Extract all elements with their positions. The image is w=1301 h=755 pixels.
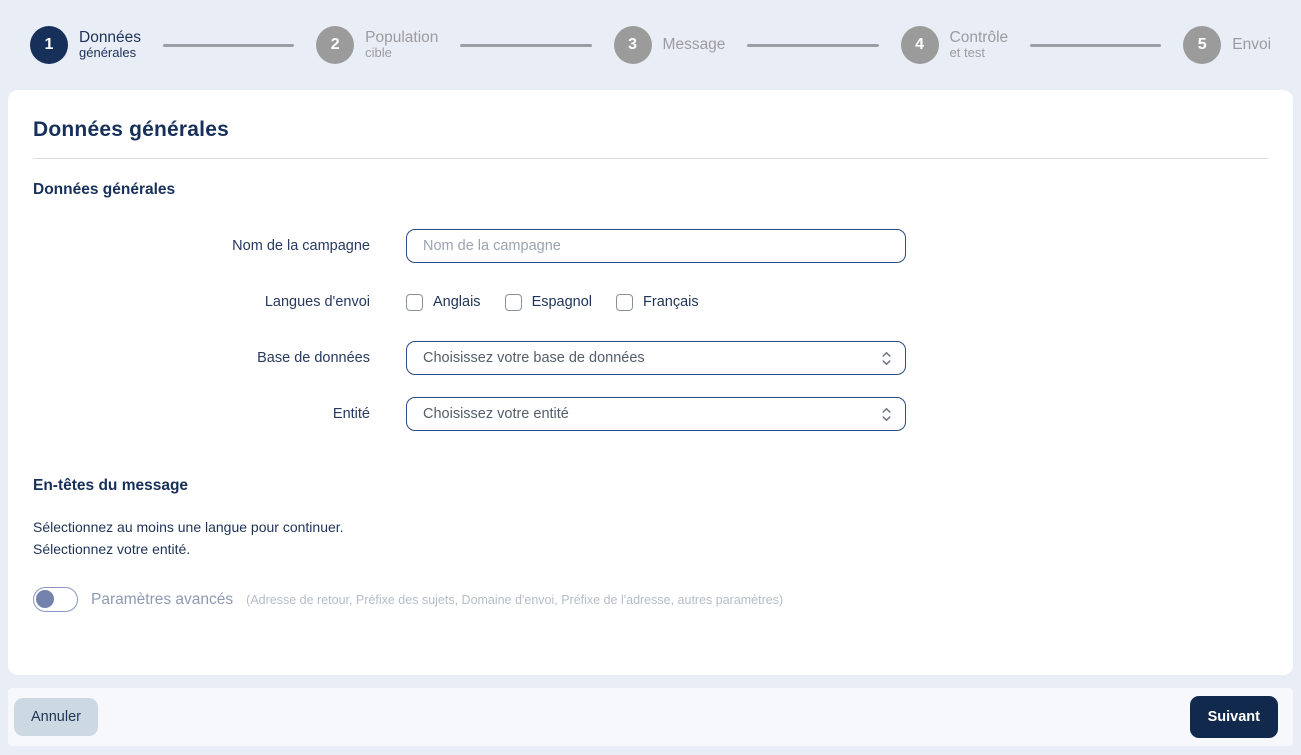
next-button[interactable]: Suivant [1189, 696, 1278, 738]
checkbox-anglais[interactable]: Anglais [406, 293, 481, 311]
step-4-label: Contrôle et test [949, 28, 1009, 61]
content-card: Données générales Données générales Nom … [8, 90, 1293, 675]
section-heading-en-tetes: En-têtes du message [33, 477, 189, 494]
chevron-updown-icon [881, 351, 892, 366]
step-4-circle: 4 [900, 26, 939, 64]
advanced-settings-row: Paramètres avancés (Adresse de retour, P… [33, 587, 1268, 613]
validation-message-language: Sélectionnez au moins une langue pour co… [33, 519, 344, 535]
validation-messages: Sélectionnez au moins une langue pour co… [33, 517, 1268, 560]
languages-row: Langues d'envoi Anglais Espagnol Françai… [33, 285, 1268, 319]
database-row: Base de données Choisissez votre base de… [33, 341, 1268, 375]
step-5-label: Envoi [1232, 36, 1272, 54]
step-2-population-cible[interactable]: 2 Population cible [316, 26, 438, 64]
toggle-knob [36, 590, 54, 609]
advanced-settings-label: Paramètres avancés [91, 590, 234, 608]
step-2-label: Population cible [365, 28, 439, 61]
step-3-message[interactable]: 3 Message [613, 26, 726, 64]
step-connector-1 [163, 43, 295, 47]
footer-bar: Annuler Suivant [8, 688, 1293, 746]
section-heading-donnees-generales: Données générales [33, 181, 176, 198]
checkbox-francais-box [616, 293, 634, 311]
validation-message-entity: Sélectionnez votre entité. [33, 540, 191, 557]
title-divider [33, 158, 1268, 159]
advanced-settings-hint: (Adresse de retour, Préfixe des sujets, … [246, 592, 784, 607]
advanced-settings-toggle[interactable] [33, 587, 78, 613]
step-3-circle: 3 [613, 26, 652, 64]
entity-row: Entité Choisissez votre entité [33, 397, 1268, 431]
step-connector-4 [1030, 43, 1162, 47]
checkbox-francais[interactable]: Français [616, 293, 699, 311]
step-1-circle: 1 [30, 26, 68, 64]
languages-label: Langues d'envoi [264, 294, 370, 310]
step-4-controle-et-test[interactable]: 4 Contrôle et test [900, 26, 1009, 64]
entity-select[interactable]: Choisissez votre entité [406, 397, 906, 431]
step-1-donnees-generales[interactable]: 1 Données générales [30, 26, 141, 64]
campaign-name-input[interactable] [406, 229, 906, 263]
database-select[interactable]: Choisissez votre base de données [406, 341, 906, 375]
step-5-circle: 5 [1183, 26, 1222, 64]
step-3-label: Message [662, 36, 726, 54]
checkbox-anglais-box [406, 293, 423, 311]
campaign-name-row: Nom de la campagne [33, 229, 1268, 263]
page-title: Données générales [33, 118, 229, 141]
campaign-name-label: Nom de la campagne [232, 238, 370, 254]
checkbox-espagnol[interactable]: Espagnol [504, 293, 592, 311]
checkbox-espagnol-box [504, 293, 522, 311]
step-2-circle: 2 [316, 26, 355, 64]
chevron-updown-icon [881, 407, 892, 422]
entity-label: Entité [332, 406, 370, 422]
languages-checkbox-group: Anglais Espagnol Français [406, 285, 699, 319]
database-label: Base de données [257, 350, 370, 366]
step-connector-2 [460, 43, 592, 47]
step-1-label: Données générales [79, 28, 142, 61]
cancel-button[interactable]: Annuler [14, 698, 98, 736]
step-5-envoi[interactable]: 5 Envoi [1183, 26, 1271, 64]
wizard-stepper: 1 Données générales 2 Population cible 3… [0, 0, 1301, 90]
step-connector-3 [747, 43, 879, 47]
